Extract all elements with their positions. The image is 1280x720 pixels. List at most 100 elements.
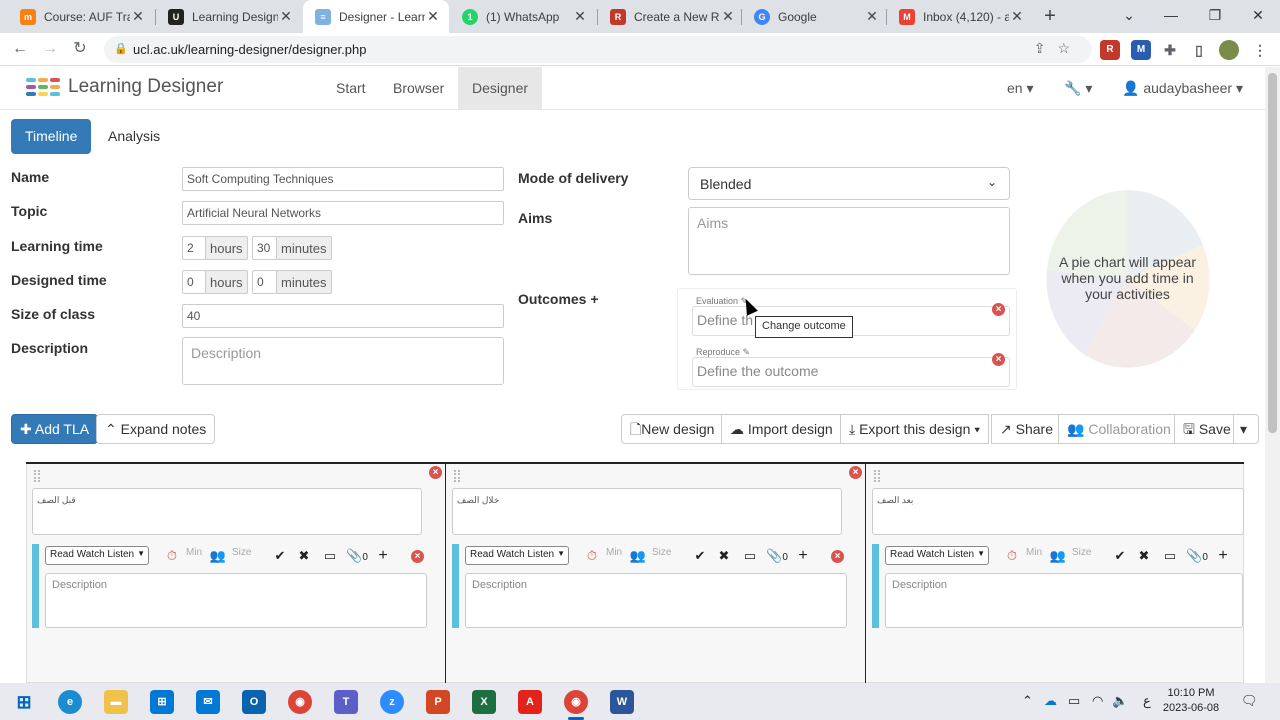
drag-handle-icon[interactable] [874, 470, 880, 482]
drag-handle-icon[interactable] [454, 470, 460, 482]
chrome-active-icon[interactable]: ◉ [564, 690, 588, 714]
extension-icon[interactable]: M [1131, 40, 1151, 60]
mail-icon[interactable]: ✉ [196, 690, 220, 714]
attachment-icon[interactable]: 📎0 [344, 546, 370, 566]
remove-activity-icon[interactable]: × [831, 550, 844, 563]
user-check-icon[interactable]: ✔ [1110, 546, 1130, 566]
learning-hours-input[interactable]: 2 [182, 236, 206, 260]
browser-tab[interactable]: G Google ✕ [742, 0, 888, 33]
outlook-icon[interactable]: O [242, 690, 266, 714]
calendar-icon[interactable]: ▭ [320, 546, 340, 566]
remove-tla-icon[interactable]: × [429, 466, 442, 479]
outcome-input[interactable]: Define the outcome [692, 357, 1010, 387]
browser-tab[interactable]: R Create a New Rub ✕ [598, 0, 744, 33]
browser-tab[interactable]: U Learning Designe ✕ [156, 0, 302, 33]
remove-outcome-icon[interactable]: × [992, 353, 1005, 366]
save-button[interactable]: 🖫 Save [1174, 414, 1240, 444]
extension-icon[interactable]: R [1100, 40, 1120, 60]
volume-icon[interactable]: 🔈 [1112, 693, 1128, 709]
drag-handle-icon[interactable] [34, 470, 40, 482]
designed-hours-input[interactable]: 0 [182, 270, 206, 294]
close-tab-icon[interactable]: ✕ [425, 8, 441, 25]
activity-description[interactable]: Description [885, 573, 1243, 628]
class-size-input[interactable]: 40 [182, 304, 504, 328]
tab-timeline[interactable]: Timeline [11, 119, 92, 154]
minimize-icon[interactable]: — [1149, 0, 1193, 30]
user-remove-icon[interactable]: ✖ [294, 546, 314, 566]
nav-start[interactable]: Start [322, 67, 380, 109]
activity-description[interactable]: Description [45, 573, 427, 628]
close-tab-icon[interactable]: ✕ [720, 8, 736, 25]
save-options-dropdown[interactable]: ▾ [1233, 414, 1259, 444]
close-tab-icon[interactable]: ✕ [572, 8, 588, 25]
activity-type-select[interactable]: Read Watch Listen ▼ [45, 546, 149, 565]
file-explorer-icon[interactable]: ▬ [104, 690, 128, 714]
add-activity-icon[interactable]: + [1213, 546, 1233, 566]
topic-input[interactable]: Artificial Neural Networks [182, 201, 504, 225]
description-textarea[interactable]: Description [182, 337, 504, 385]
brand-title[interactable]: Learning Designer [68, 76, 223, 98]
excel-icon[interactable]: X [472, 690, 496, 714]
close-window-icon[interactable]: ✕ [1236, 0, 1280, 30]
remove-outcome-icon[interactable]: × [992, 303, 1005, 316]
tla-title-input[interactable]: بعد الصف [872, 488, 1244, 535]
browser-tab[interactable]: M Inbox (4,120) - au ✕ [887, 0, 1033, 33]
activity-type-select[interactable]: Read Watch Listen ▼ [465, 546, 569, 565]
new-design-button[interactable]: 🗋New design [621, 414, 724, 444]
edge-icon[interactable]: e [58, 690, 82, 714]
learning-minutes-input[interactable]: 30 [252, 236, 277, 260]
notifications-icon[interactable]: 🗨 [1241, 693, 1258, 709]
calendar-icon[interactable]: ▭ [740, 546, 760, 566]
aims-textarea[interactable]: Aims [688, 207, 1010, 275]
close-tab-icon[interactable]: ✕ [1009, 8, 1025, 25]
remove-activity-icon[interactable]: × [411, 550, 424, 563]
add-activity-icon[interactable]: + [793, 546, 813, 566]
store-icon[interactable]: ⊞ [150, 690, 174, 714]
tab-analysis[interactable]: Analysis [94, 119, 174, 154]
back-icon[interactable]: ← [9, 38, 31, 60]
mode-of-delivery-select[interactable]: Blended ⌄ [688, 167, 1010, 200]
browser-tab[interactable]: 1 (1) WhatsApp ✕ [450, 0, 596, 33]
add-tla-button[interactable]: ✚ Add TLA [11, 414, 99, 444]
group-size-input[interactable]: Size [652, 547, 671, 567]
tla-title-input[interactable]: خلال الصف [452, 488, 842, 535]
chrome-icon[interactable]: ◉ [288, 690, 312, 714]
restore-icon[interactable]: ❐ [1193, 0, 1237, 30]
share-and-bookmark-icons[interactable]: ⇪☆ [1034, 40, 1082, 57]
attachment-icon[interactable]: 📎0 [764, 546, 790, 566]
close-tab-icon[interactable]: ✕ [278, 8, 294, 25]
browser-tab-active[interactable]: ≡ Designer - Learni ✕ [303, 0, 449, 33]
minutes-input[interactable]: Min [186, 547, 202, 567]
tla-title-input[interactable]: قبل الصف [32, 488, 422, 535]
address-bar[interactable]: 🔒 ucl.ac.uk/learning-designer/designer.p… [104, 36, 1092, 63]
nav-designer[interactable]: Designer [458, 67, 543, 109]
user-remove-icon[interactable]: ✖ [1134, 546, 1154, 566]
user-check-icon[interactable]: ✔ [690, 546, 710, 566]
zoom-icon[interactable]: z [380, 690, 404, 714]
page-scrollbar[interactable] [1265, 67, 1280, 683]
minutes-input[interactable]: Min [1026, 547, 1042, 567]
taskbar-clock[interactable]: 10:10 PM 2023-06-08 [1160, 686, 1222, 716]
tab-search-icon[interactable]: ⌄ [1107, 0, 1151, 30]
import-design-button[interactable]: ☁ Import design [721, 414, 842, 444]
designed-minutes-input[interactable]: 0 [252, 270, 277, 294]
close-tab-icon[interactable]: ✕ [130, 8, 146, 25]
group-size-input[interactable]: Size [1072, 547, 1091, 567]
collaboration-button[interactable]: 👥 Collaboration [1058, 414, 1180, 444]
tools-dropdown[interactable]: 🔧 ▾ [1064, 67, 1092, 109]
remove-tla-icon[interactable]: × [849, 466, 862, 479]
forward-icon[interactable]: → [39, 38, 61, 60]
extensions-puzzle-icon[interactable]: ✚ [1160, 40, 1180, 60]
word-icon[interactable]: W [610, 690, 634, 714]
teams-icon[interactable]: T [334, 690, 358, 714]
new-tab-button[interactable]: + [1038, 4, 1062, 28]
powerpoint-icon[interactable]: P [426, 690, 450, 714]
acrobat-icon[interactable]: A [518, 690, 542, 714]
user-remove-icon[interactable]: ✖ [714, 546, 734, 566]
export-design-button[interactable]: ⤓ Export this design ▾ [840, 414, 990, 444]
windows-start-icon[interactable]: ⊞ [12, 690, 36, 714]
add-outcome-button[interactable]: + [590, 291, 598, 307]
side-panel-icon[interactable]: ▯ [1189, 40, 1209, 60]
nav-browser[interactable]: Browser [379, 67, 458, 109]
input-language[interactable]: ع [1143, 693, 1151, 709]
